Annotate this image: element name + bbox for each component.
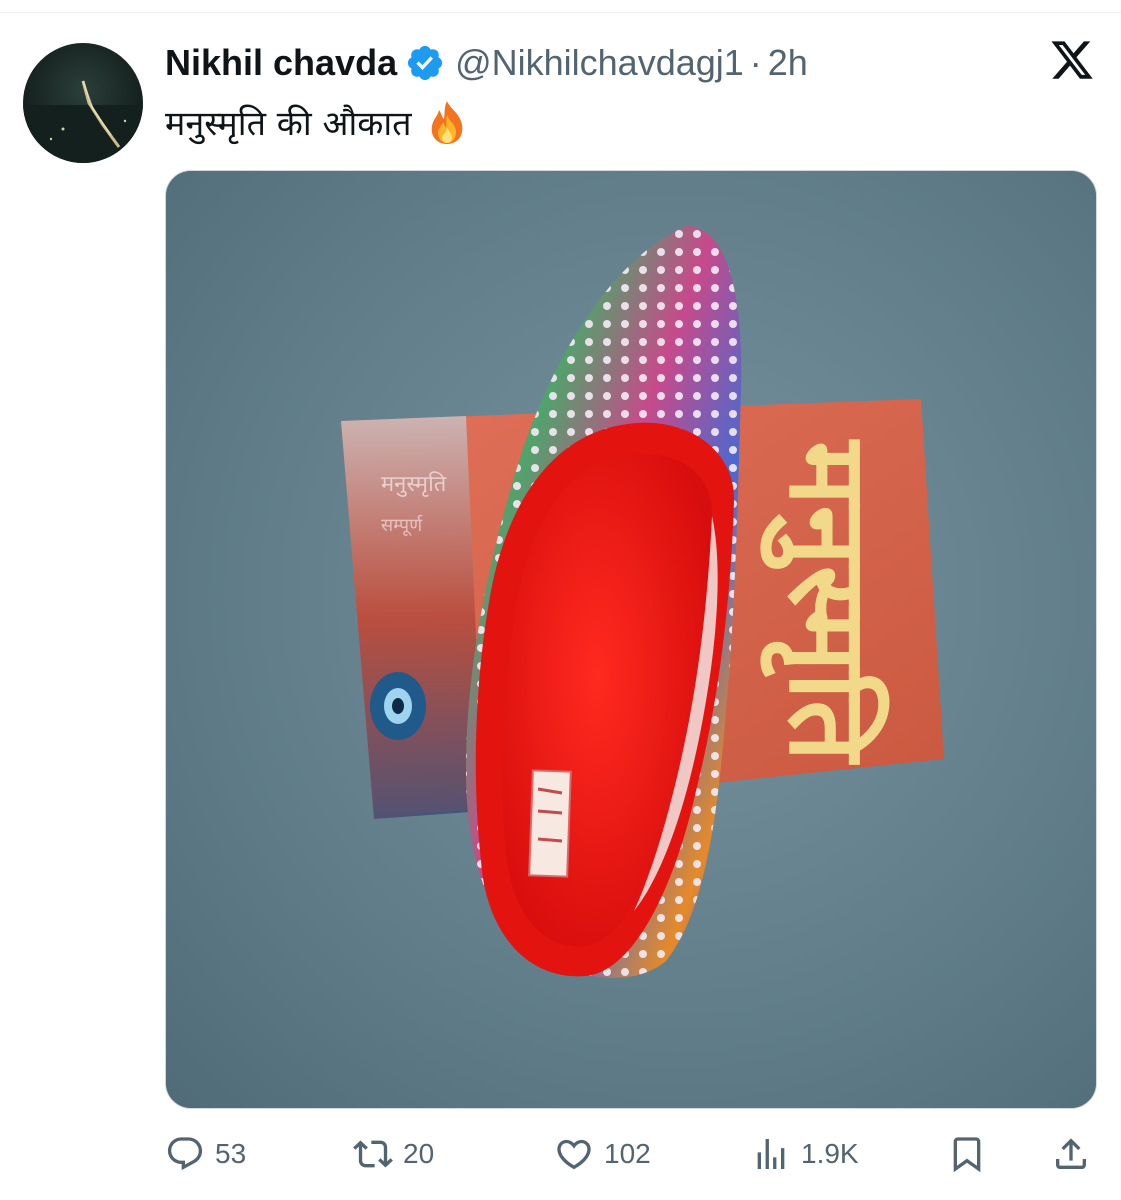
heart-icon — [557, 1139, 591, 1170]
share-icon — [1056, 1138, 1086, 1169]
svg-text:सम्पूर्ण: सम्पूर्ण — [381, 514, 423, 536]
photo-shoe-on-book: मनुस्मृति सम्पूर्ण मनुस्मृति — [166, 171, 1096, 1108]
bookmark-icon — [953, 1137, 981, 1173]
avatar[interactable] — [23, 43, 143, 163]
x-logo-icon[interactable] — [1049, 39, 1095, 83]
author-handle[interactable]: @Nikhilchavdagj1 — [455, 42, 744, 84]
book-title: मनुस्मृति — [760, 439, 890, 765]
timestamp[interactable]: 2h — [768, 42, 808, 84]
views-icon — [757, 1139, 785, 1169]
retweet-button[interactable]: 20 — [353, 1130, 434, 1178]
fire-emoji-icon — [426, 99, 468, 145]
tweet-media-image[interactable]: मनुस्मृति सम्पूर्ण मनुस्मृति — [165, 170, 1097, 1109]
retweet-icon — [353, 1140, 393, 1168]
svg-text:मनुस्मृति: मनुस्मृति — [381, 471, 447, 497]
reply-count: 53 — [215, 1138, 247, 1169]
reply-icon — [167, 1137, 203, 1171]
reply-button[interactable]: 53 — [165, 1130, 246, 1178]
tweet-header: Nikhil chavda @Nikhilchavdagj1 · 2h — [165, 40, 808, 86]
like-count: 102 — [604, 1138, 651, 1169]
verified-badge-icon — [405, 43, 445, 83]
retweet-count: 20 — [403, 1138, 435, 1169]
views-button[interactable]: 1.9K — [751, 1130, 859, 1178]
views-count: 1.9K — [801, 1138, 859, 1169]
display-name[interactable]: Nikhil chavda — [165, 42, 397, 84]
share-button[interactable] — [1051, 1130, 1091, 1178]
top-divider — [0, 12, 1121, 13]
avatar-image — [23, 43, 143, 163]
tweet-text: मनुस्मृति की औकात — [165, 96, 468, 148]
tweet-text-content: मनुस्मृति की औकात — [165, 104, 412, 144]
like-button[interactable]: 102 — [554, 1130, 651, 1178]
separator-dot: · — [749, 42, 762, 83]
action-bar: 53 20 102 1.9K — [165, 1130, 1097, 1178]
bookmark-button[interactable] — [947, 1130, 987, 1178]
